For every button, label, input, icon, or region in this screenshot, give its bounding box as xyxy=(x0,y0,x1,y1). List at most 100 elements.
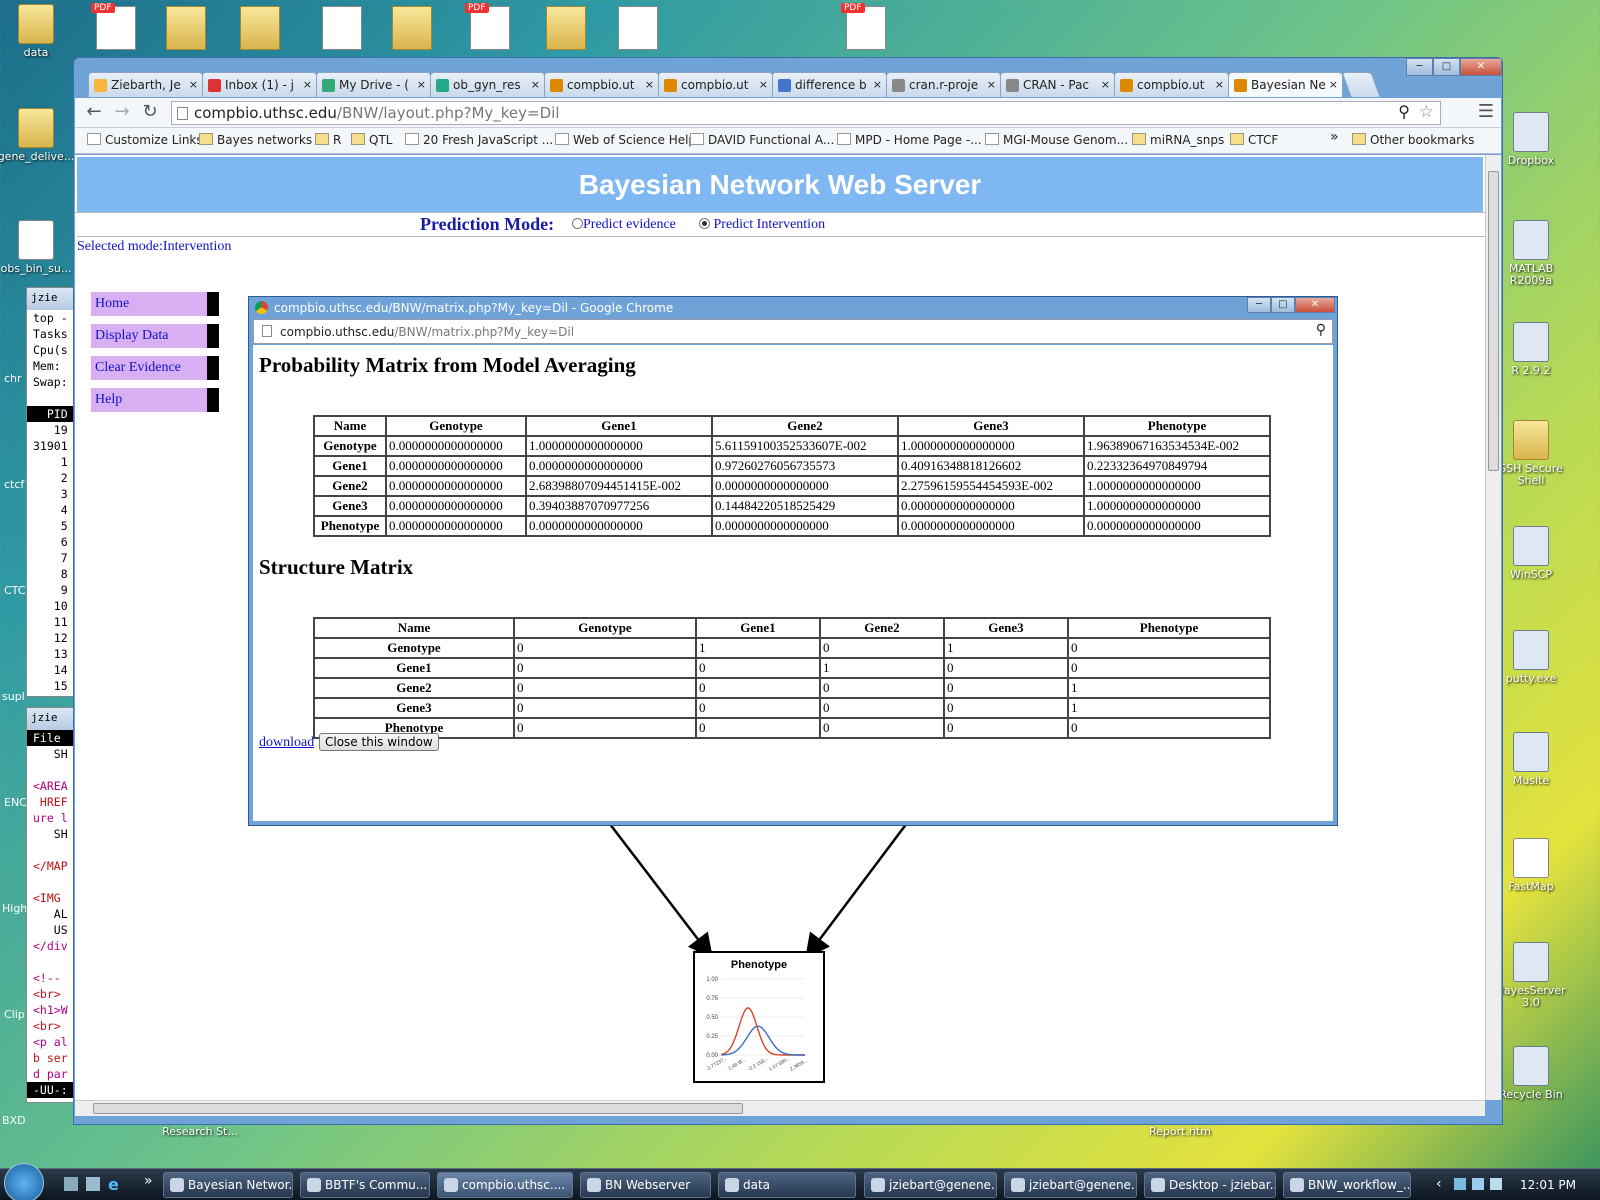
bookmarks-overflow-icon[interactable]: » xyxy=(1330,129,1339,145)
taskbar-item[interactable]: compbio.uthsc.... xyxy=(437,1172,573,1198)
zip-folder-icon[interactable] xyxy=(240,6,280,50)
tab[interactable]: compbio.ut × xyxy=(544,72,659,97)
pdf-file-icon[interactable] xyxy=(465,3,510,50)
forward-icon[interactable]: → xyxy=(111,102,133,124)
minimize-icon[interactable]: ─ xyxy=(1247,297,1271,313)
desktop-side-label[interactable]: Clip xyxy=(4,1008,25,1021)
pdf-file-icon[interactable] xyxy=(841,3,886,50)
pdf-file-icon[interactable] xyxy=(91,3,136,50)
tab[interactable]: Ziebarth, Je × xyxy=(88,72,203,97)
bookmark-item[interactable]: R xyxy=(315,133,341,147)
desktop-side-label[interactable]: ENC xyxy=(4,796,27,809)
back-icon[interactable]: ← xyxy=(83,102,105,124)
desktop-side-label[interactable]: supl xyxy=(2,690,25,703)
tab-close-icon[interactable]: × xyxy=(873,78,882,91)
terminal-window-top[interactable]: jzie top - Tasks Cpu(s Mem: Swap: PID 19 3190… xyxy=(26,287,76,697)
desktop-side-label[interactable]: High xyxy=(2,902,27,915)
document-icon[interactable] xyxy=(618,6,658,50)
tab-close-icon[interactable]: × xyxy=(1101,78,1110,91)
desktop-icon-gene-delivery[interactable]: gene_delive... xyxy=(0,108,76,163)
close-icon[interactable]: ✕ xyxy=(1460,58,1502,76)
explorer-icon[interactable] xyxy=(86,1177,100,1191)
tab[interactable]: cran.r-proje × xyxy=(886,72,1001,97)
search-icon[interactable]: ⚲ xyxy=(1316,322,1326,338)
close-window-button[interactable]: Close this window xyxy=(319,733,439,751)
tab-close-icon[interactable]: × xyxy=(1215,78,1224,91)
bookmark-item[interactable]: MGI-Mouse Genom... xyxy=(985,133,1128,147)
taskbar-item[interactable]: BNW_workflow_... xyxy=(1283,1172,1411,1198)
vertical-scrollbar[interactable] xyxy=(1485,155,1501,1100)
bookmark-item[interactable]: miRNA_snps xyxy=(1132,133,1224,147)
maximize-icon[interactable]: □ xyxy=(1433,58,1460,76)
scrollbar-thumb[interactable] xyxy=(93,1103,743,1114)
zip-folder-icon[interactable] xyxy=(546,6,586,50)
new-tab-button[interactable] xyxy=(1341,72,1381,97)
tray-network-icon[interactable] xyxy=(1454,1178,1466,1190)
tab[interactable]: difference b × xyxy=(772,72,887,97)
desktop-icon-report[interactable]: Report.htm xyxy=(1130,1126,1230,1138)
tray-chevron-icon[interactable]: ‹ xyxy=(1436,1176,1442,1192)
phenotype-node[interactable]: Phenotype 1.00 0.75 0.50 0.25 0.00 -2.77237..… xyxy=(693,951,825,1083)
terminal-window-emacs[interactable]: jzie File SH <AREA HREF ure l SH </MAP <IMG … xyxy=(26,707,76,1103)
star-icon[interactable]: ☆ xyxy=(1419,102,1434,122)
desktop-side-label[interactable]: ctcf xyxy=(4,478,24,491)
bookmark-item[interactable]: CTCF xyxy=(1230,133,1278,147)
bookmark-item[interactable]: QTL xyxy=(351,133,392,147)
menu-icon[interactable]: ☰ xyxy=(1475,102,1497,124)
scrollbar-thumb[interactable] xyxy=(1488,171,1499,471)
tab-close-icon[interactable]: × xyxy=(189,78,198,91)
desktop-side-label[interactable]: chr xyxy=(4,372,22,385)
taskbar-item[interactable]: BN Webserver xyxy=(580,1172,711,1198)
tab-close-icon[interactable]: × xyxy=(531,78,540,91)
horizontal-scrollbar[interactable] xyxy=(75,1100,1485,1116)
show-desktop-icon[interactable] xyxy=(64,1177,78,1191)
document-icon[interactable] xyxy=(322,6,362,50)
ie-icon[interactable]: e xyxy=(108,1175,119,1194)
chevron-icon[interactable]: » xyxy=(144,1173,153,1189)
desktop-icon-obs-bin[interactable]: obs_bin_su... xyxy=(0,220,76,275)
other-bookmarks[interactable]: Other bookmarks xyxy=(1352,133,1474,147)
tab[interactable]: Inbox (1) - j × xyxy=(202,72,317,97)
popup-window[interactable]: compbio.uthsc.edu/BNW/matrix.php?My_key=… xyxy=(248,296,1338,826)
taskbar-item[interactable]: data xyxy=(718,1172,856,1198)
tab[interactable]: Bayesian Ne × xyxy=(1228,72,1343,97)
clock[interactable]: 12:01 PM xyxy=(1520,1178,1576,1192)
tab-close-icon[interactable]: × xyxy=(645,78,654,91)
tab[interactable]: ob_gyn_res × xyxy=(430,72,545,97)
tab[interactable]: My Drive - (× xyxy=(316,72,431,97)
download-link[interactable]: download xyxy=(259,735,314,751)
tab-close-icon[interactable]: × xyxy=(1329,78,1338,91)
bookmark-item[interactable]: DAVID Functional A... xyxy=(690,133,834,147)
tab[interactable]: compbio.ut × xyxy=(658,72,773,97)
taskbar-item[interactable]: Desktop - jziebar... xyxy=(1144,1172,1276,1198)
desktop-icon-data[interactable]: data xyxy=(0,4,76,59)
tab-close-icon[interactable]: × xyxy=(417,78,426,91)
desktop-icon-research[interactable]: Research St... xyxy=(150,1126,250,1138)
taskbar-item[interactable]: jziebart@genene... xyxy=(864,1172,997,1198)
start-button-icon[interactable] xyxy=(4,1163,44,1200)
taskbar-item[interactable]: jziebart@genene... xyxy=(1004,1172,1137,1198)
tray-volume-icon[interactable] xyxy=(1472,1178,1484,1190)
reload-icon[interactable]: ↻ xyxy=(139,102,161,124)
search-icon[interactable]: ⚲ xyxy=(1398,102,1410,121)
tray-monitor-icon[interactable] xyxy=(1490,1178,1502,1190)
tab[interactable]: CRAN - Pac × xyxy=(1000,72,1115,97)
taskbar-item[interactable]: Bayesian Networ... xyxy=(163,1172,293,1198)
zip-folder-icon[interactable] xyxy=(392,6,432,50)
zip-folder-icon[interactable] xyxy=(166,6,206,50)
taskbar-item[interactable]: BBTF's Commu... xyxy=(300,1172,430,1198)
maximize-icon[interactable]: □ xyxy=(1271,297,1295,313)
desktop-side-label[interactable]: BXD xyxy=(2,1114,26,1127)
tab[interactable]: compbio.ut × xyxy=(1114,72,1229,97)
tab-close-icon[interactable]: × xyxy=(987,78,996,91)
popup-address-bar[interactable]: compbio.uthsc.edu/BNW/matrix.php?My_key=… xyxy=(253,319,1333,344)
address-bar[interactable]: compbio.uthsc.edu/BNW/layout.php?My_key=… xyxy=(171,101,1441,125)
bookmark-item[interactable]: Customize Links xyxy=(87,133,203,147)
bookmark-item[interactable]: Bayes networks xyxy=(199,133,312,147)
bookmark-item[interactable]: MPD - Home Page -... xyxy=(837,133,982,147)
close-icon[interactable]: ✕ xyxy=(1295,297,1335,313)
desktop-side-label[interactable]: CTC xyxy=(4,584,25,597)
bookmark-item[interactable]: Web of Science Help xyxy=(555,133,696,147)
tab-close-icon[interactable]: × xyxy=(303,78,312,91)
bookmark-item[interactable]: 20 Fresh JavaScript ... xyxy=(405,133,553,147)
